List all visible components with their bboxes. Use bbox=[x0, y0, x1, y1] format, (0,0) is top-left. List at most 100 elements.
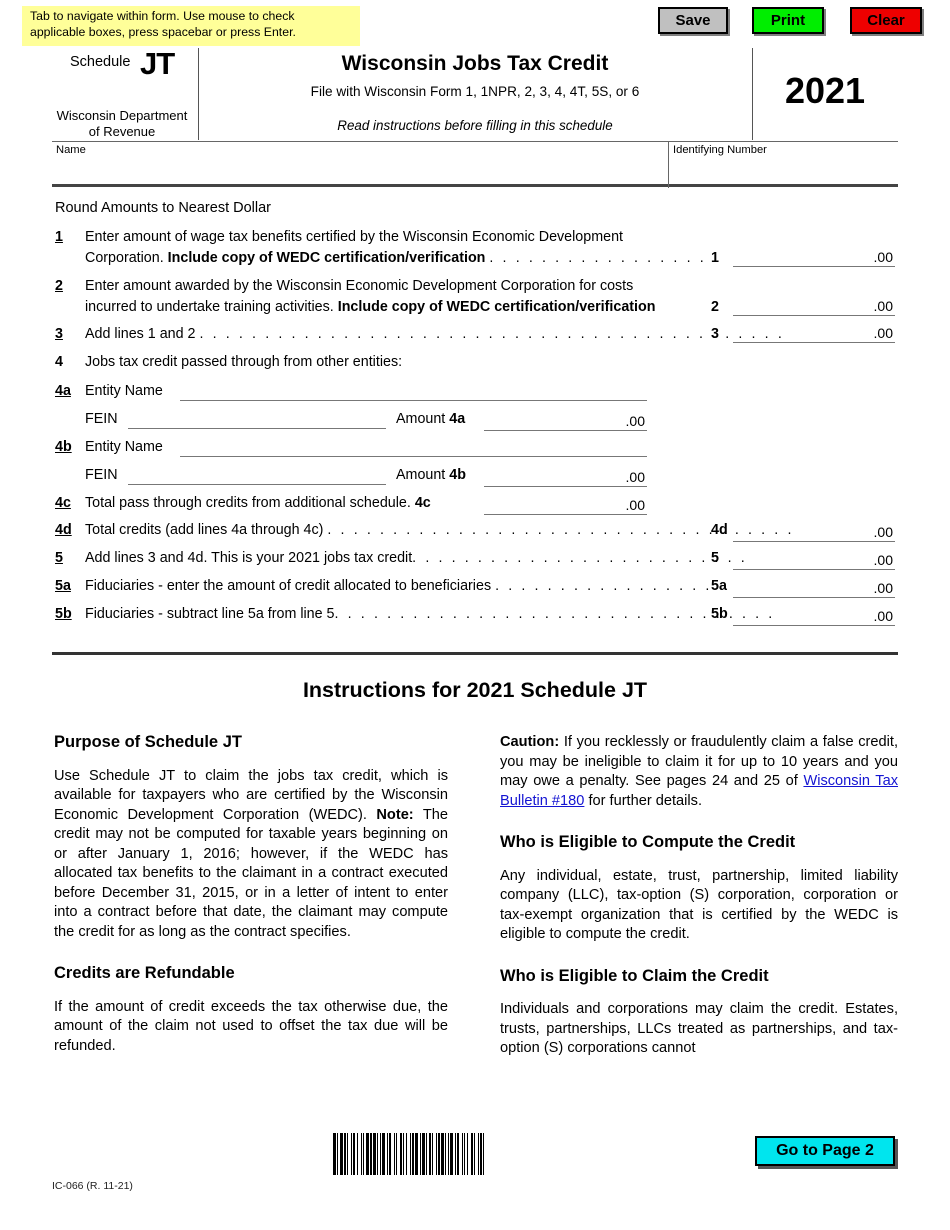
navigation-tip-line2: applicable boxes, press spacebar or pres… bbox=[30, 24, 296, 39]
line-5a-number: 5a bbox=[55, 578, 71, 594]
instructions-left-column: Purpose of Schedule JT Use Schedule JT t… bbox=[54, 733, 448, 1056]
line-5a-text: Fiduciaries - enter the amount of credit… bbox=[85, 578, 712, 594]
line-3-amount-input[interactable] bbox=[735, 323, 865, 341]
line-5a-amount-field[interactable]: .00 bbox=[733, 576, 895, 598]
line-4b-number: 4b bbox=[55, 439, 72, 455]
line-5-amount-field[interactable]: .00 bbox=[733, 548, 895, 570]
form-subtitle: File with Wisconsin Form 1, 1NPR, 2, 3, … bbox=[310, 84, 640, 99]
line-1-amount-input[interactable] bbox=[735, 247, 865, 265]
eligible-claim-paragraph: Individuals and corporations may claim t… bbox=[500, 1001, 898, 1056]
line-2-bold: Include copy of WEDC certification/verif… bbox=[337, 299, 656, 315]
go-to-page-2-button[interactable]: Go to Page 2 bbox=[755, 1136, 895, 1166]
form-header: Schedule JT Wisconsin Department of Reve… bbox=[52, 46, 898, 140]
line-1-ref: 1 bbox=[711, 250, 719, 266]
form-code: IC-066 (R. 11-21) bbox=[52, 1180, 133, 1192]
line-4b-entity-input[interactable] bbox=[182, 437, 643, 456]
line-4a-amount-input[interactable] bbox=[486, 411, 617, 429]
eligible-compute-paragraph: Any individual, estate, trust, partnersh… bbox=[500, 867, 898, 943]
line-4a-entity-label: Entity Name bbox=[85, 383, 163, 399]
identifying-number-input[interactable] bbox=[672, 158, 894, 185]
line-4a-number: 4a bbox=[55, 383, 71, 399]
line-2-text-b: incurred to undertake training activitie… bbox=[85, 299, 656, 315]
line-4b-fein-input[interactable] bbox=[130, 465, 382, 484]
line-5-ref: 5 bbox=[711, 550, 719, 566]
line-5b-amount-input[interactable] bbox=[735, 606, 865, 624]
purpose-heading: Purpose of Schedule JT bbox=[54, 733, 242, 751]
line-5-amount-input[interactable] bbox=[735, 550, 865, 568]
line-4a-cents: .00 bbox=[625, 413, 645, 429]
line-4c-ref: 4c bbox=[414, 495, 431, 511]
line-4b-amount-label: Amount 4b bbox=[396, 467, 466, 483]
save-button[interactable]: Save bbox=[658, 7, 728, 34]
line-3-number: 3 bbox=[55, 326, 63, 342]
line-4b-fein-field[interactable] bbox=[128, 465, 386, 485]
line-1-cents: .00 bbox=[873, 249, 893, 265]
line-4d-text: Total credits (add lines 4a through 4c) … bbox=[85, 522, 795, 538]
clear-button[interactable]: Clear bbox=[850, 7, 922, 34]
line-5b-amount-field[interactable]: .00 bbox=[733, 604, 895, 626]
line-4c-amount-input[interactable] bbox=[486, 495, 617, 513]
line-2-cents: .00 bbox=[873, 298, 893, 314]
line-4d-number: 4d bbox=[55, 522, 72, 538]
section-divider bbox=[52, 652, 898, 655]
line-5-number: 5 bbox=[55, 550, 63, 566]
line-1-number: 1 bbox=[55, 229, 63, 245]
line-3-leader: . . . . . . . . . . . . . . . . . . . . … bbox=[199, 326, 785, 342]
line-4c-number: 4c bbox=[55, 495, 71, 511]
round-amounts-note: Round Amounts to Nearest Dollar bbox=[55, 200, 271, 216]
tax-year: 2021 bbox=[784, 70, 866, 111]
line-3-cents: .00 bbox=[873, 325, 893, 341]
purpose-paragraph: Use Schedule JT to claim the jobs tax cr… bbox=[54, 767, 448, 940]
line-5-text: Add lines 3 and 4d. This is your 2021 jo… bbox=[85, 550, 748, 566]
line-4b-cents: .00 bbox=[625, 469, 645, 485]
line-2-amount-input[interactable] bbox=[735, 296, 865, 314]
schedule-code: JT bbox=[140, 46, 175, 81]
line-1-text-b: Corporation. Include copy of WEDC certif… bbox=[85, 250, 720, 266]
line-4-text: Jobs tax credit passed through from othe… bbox=[85, 354, 403, 370]
line-1-leader: . . . . . . . . . . . . . . . . . . bbox=[489, 250, 720, 266]
line-4a-fein-field[interactable] bbox=[128, 409, 386, 429]
line-2-ref: 2 bbox=[711, 299, 719, 315]
line-4b-entity-field[interactable] bbox=[180, 437, 647, 457]
line-4a-entity-input[interactable] bbox=[182, 381, 643, 400]
line-4a-entity-field[interactable] bbox=[180, 381, 647, 401]
line-4d-amount-field[interactable]: .00 bbox=[733, 520, 895, 542]
line-2-amount-field[interactable]: .00 bbox=[733, 294, 895, 316]
line-4b-amount-field[interactable]: .00 bbox=[484, 465, 647, 487]
line-4a-fein-input[interactable] bbox=[130, 409, 382, 428]
eligible-compute-heading: Who is Eligible to Compute the Credit bbox=[500, 833, 796, 851]
line-2-number: 2 bbox=[55, 278, 63, 294]
line-4a-amount-field[interactable]: .00 bbox=[484, 409, 647, 431]
navigation-tip-line1: Tab to navigate within form. Use mouse t… bbox=[30, 9, 295, 23]
line-5a-leader: . . . . . . . . . . . . . . . . . bbox=[495, 578, 712, 594]
department-line2: of Revenue bbox=[88, 123, 156, 139]
line-3-text: Add lines 1 and 2 . . . . . . . . . . . … bbox=[85, 326, 785, 342]
line-5b-ref: 5b bbox=[711, 606, 728, 622]
print-button[interactable]: Print bbox=[752, 7, 824, 34]
caution-paragraph: Caution: If you recklessly or fraudulent… bbox=[500, 734, 899, 809]
line-4c-amount-field[interactable]: .00 bbox=[484, 493, 647, 515]
line-5a-amount-input[interactable] bbox=[735, 578, 865, 596]
line-5a-cents: .00 bbox=[873, 580, 893, 596]
line-4d-amount-input[interactable] bbox=[735, 522, 865, 540]
line-4b-amount-input[interactable] bbox=[486, 467, 617, 485]
instructions-right-column: Caution: If you recklessly or fraudulent… bbox=[500, 733, 898, 1059]
line-3-amount-field[interactable]: .00 bbox=[733, 321, 895, 343]
line-5b-leader: . . . . . . . . . . . . . . . . . . . . … bbox=[334, 606, 775, 622]
line-4c-text: Total pass through credits from addition… bbox=[85, 495, 431, 511]
form-page: Tab to navigate within form. Use mouse t… bbox=[0, 0, 950, 1230]
eligible-claim-heading: Who is Eligible to Claim the Credit bbox=[500, 966, 769, 985]
line-4-number: 4 bbox=[55, 354, 63, 370]
name-input[interactable] bbox=[54, 158, 662, 185]
line-4a-ref: 4a bbox=[449, 411, 466, 427]
line-1-amount-field[interactable]: .00 bbox=[733, 245, 895, 267]
line-5b-cents: .00 bbox=[873, 608, 893, 624]
line-4b-fein-label: FEIN bbox=[85, 467, 118, 483]
line-5-cents: .00 bbox=[873, 552, 893, 568]
line-4a-fein-label: FEIN bbox=[85, 411, 118, 427]
line-5b-text: Fiduciaries - subtract line 5a from line… bbox=[85, 606, 775, 622]
line-4b-entity-label: Entity Name bbox=[85, 439, 163, 455]
form-title: Wisconsin Jobs Tax Credit bbox=[341, 52, 609, 75]
line-2-text-a: Enter amount awarded by the Wisconsin Ec… bbox=[85, 278, 634, 294]
line-4b-ref: 4b bbox=[449, 467, 466, 483]
